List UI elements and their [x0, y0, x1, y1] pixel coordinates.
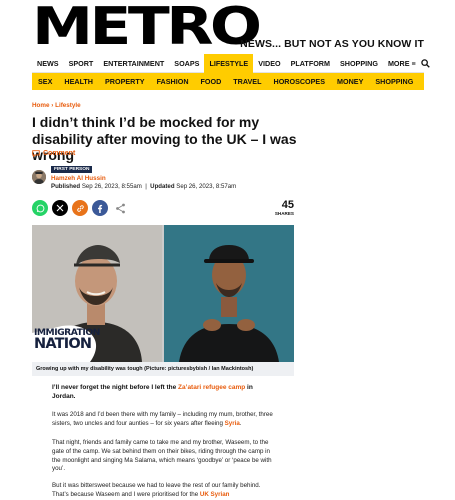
copy-link-button[interactable] [72, 200, 88, 216]
syria-link[interactable]: Syria [225, 420, 240, 427]
comment-icon [32, 150, 40, 157]
link-icon [76, 204, 84, 212]
nav-lifestyle[interactable]: LIFESTYLE [204, 53, 254, 73]
publish-info: Published Sep 26, 2023, 8:55am | Updated… [51, 183, 236, 190]
article-paragraph-3: That night, friends and family came to t… [52, 439, 272, 473]
nav-soaps[interactable]: SOAPS [169, 54, 204, 73]
first-person-badge: FIRST PERSON [51, 166, 93, 173]
subnav-property[interactable]: PROPERTY [99, 77, 151, 86]
x-share-button[interactable] [52, 200, 68, 216]
secondary-nav: SEX HEALTH PROPERTY FASHION FOOD TRAVEL … [32, 73, 424, 90]
subnav-travel[interactable]: TRAVEL [227, 77, 267, 86]
tagline: NEWS... BUT NOT AS YOU KNOW IT [240, 38, 424, 50]
more-share-button[interactable] [112, 200, 128, 216]
published-date: Sep 26, 2023, 8:55am [81, 183, 142, 190]
masthead: METRO NEWS... BUT NOT AS YOU KNOW IT [32, 0, 424, 54]
search-icon[interactable] [420, 54, 430, 72]
subnav-horoscopes[interactable]: HOROSCOPES [268, 77, 332, 86]
subnav-sex[interactable]: SEX [32, 77, 58, 86]
article-paragraph-1: I’ll never forget the night before I lef… [52, 383, 274, 401]
subnav-health[interactable]: HEALTH [58, 77, 99, 86]
subnav-shopping[interactable]: SHOPPING [369, 77, 419, 86]
subnav-fashion[interactable]: FASHION [151, 77, 195, 86]
breadcrumb-lifestyle[interactable]: Lifestyle [55, 102, 81, 109]
zaatari-link[interactable]: Za’atari refugee camp [178, 384, 245, 391]
x-icon [56, 204, 64, 212]
nav-sport[interactable]: SPORT [64, 54, 99, 73]
facebook-icon [98, 204, 103, 213]
breadcrumb-home[interactable]: Home [32, 102, 50, 109]
subnav-food[interactable]: FOOD [195, 77, 228, 86]
author-avatar[interactable] [32, 170, 46, 184]
updated-label: Updated [150, 183, 175, 190]
primary-nav: NEWS SPORT ENTERTAINMENT SOAPS LIFESTYLE… [32, 53, 430, 73]
article-paragraph-2: It was 2018 and I’d been there with my f… [52, 411, 274, 429]
published-label: Published [51, 183, 81, 190]
nav-shopping[interactable]: SHOPPING [335, 54, 383, 73]
nav-video[interactable]: VIDEO [253, 54, 285, 73]
date-separator: | [145, 183, 147, 190]
image-caption: Growing up with my disability was tough … [32, 362, 294, 376]
share-count: 45 [281, 199, 294, 211]
nav-platform[interactable]: PLATFORM [286, 54, 335, 73]
badge-line-2: NATION [34, 336, 92, 353]
comment-link[interactable]: Comment [32, 150, 75, 157]
subnav-money[interactable]: MONEY [331, 77, 369, 86]
nav-news[interactable]: NEWS [32, 54, 64, 73]
hero-image: IMMIGRATION NATION [32, 225, 294, 362]
whatsapp-share-button[interactable] [32, 200, 48, 216]
share-bar [32, 200, 132, 216]
comment-label: Comment [43, 150, 76, 157]
immigration-nation-badge: IMMIGRATION NATION [34, 328, 100, 353]
share-counter: 45 SHARES [264, 199, 294, 217]
metro-logo[interactable]: METRO [32, 0, 262, 54]
article-paragraph-4: But it was bittersweet because we had to… [52, 482, 274, 500]
author-name[interactable]: Hamzeh Al Hussin [51, 175, 106, 182]
whatsapp-icon [36, 204, 44, 212]
share-count-label: SHARES [274, 211, 294, 216]
p2-text-b: . [239, 419, 242, 427]
breadcrumb: Home › Lifestyle [32, 102, 81, 109]
share-icon [115, 203, 125, 213]
uk-syrian-link[interactable]: UK Syrian [200, 491, 230, 498]
p1-text-a: I’ll never forget the night before I lef… [52, 384, 179, 391]
updated-date: Sep 26, 2023, 8:57am [176, 183, 237, 190]
nav-entertainment[interactable]: ENTERTAINMENT [98, 54, 169, 73]
nav-more[interactable]: MORE ≡ [383, 54, 421, 73]
facebook-share-button[interactable] [92, 200, 108, 216]
